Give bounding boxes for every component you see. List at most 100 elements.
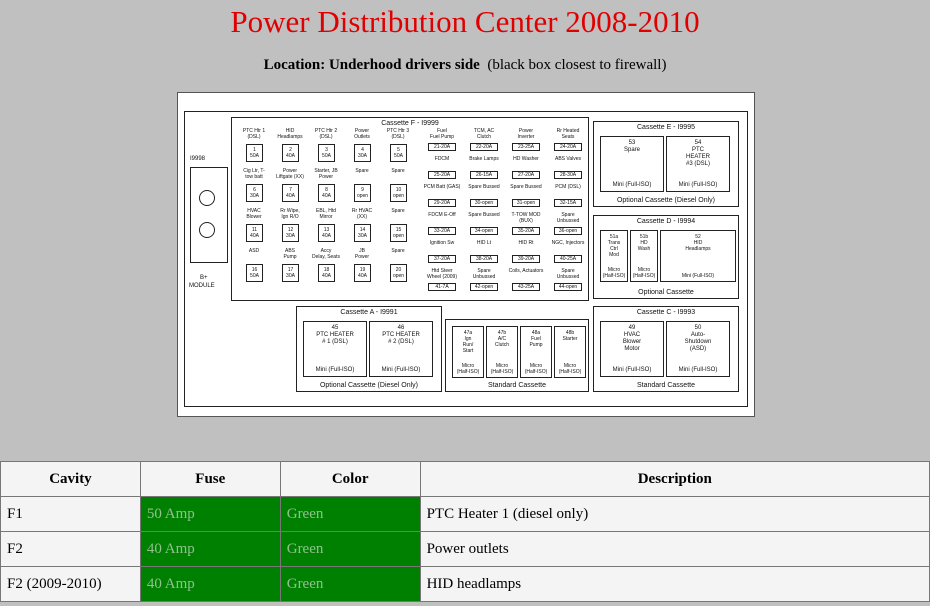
fuse-slot: 9 open <box>354 184 371 202</box>
relay-text: 47a Ign Run/ Start <box>462 330 474 354</box>
cell-fuse: 50 Amp <box>139 496 281 532</box>
relay-slot: 48b Starter Micro (Half-ISO) <box>554 326 586 378</box>
relay-type: Micro (Half-ISO) <box>456 363 480 375</box>
fuse-label: Rr Wipe, Ign R/O <box>280 208 300 220</box>
table-row: F2 (2009-2010) 40 Amp Green HID headlamp… <box>0 566 930 602</box>
table-header-row: Cavity Fuse Color Description <box>0 461 930 497</box>
fuse-label: Spare Unbussed <box>556 268 580 280</box>
fuse-label: Fuel Fuel Pump <box>429 128 455 140</box>
fuse-label: HID Headlamps <box>277 128 303 140</box>
relay-type: Mini (Full-ISO) <box>678 182 718 188</box>
fuse-slot: 19 40A <box>354 264 371 282</box>
fuse-label: PTC Htr 2 (DSL) <box>314 128 338 140</box>
module-id-label: I9998 <box>190 156 206 162</box>
fuse-label: HVAC Blower <box>246 208 262 220</box>
fuse-label: Accy Delay, Seats <box>312 248 340 260</box>
fuse-slot: 18 40A <box>318 264 335 282</box>
relay-text: 49 HVAC Blower Motor <box>622 325 642 352</box>
cassette-e: Cassette E - I9995 Optional Cassette (Di… <box>593 121 739 207</box>
relay-text: 48b Starter <box>562 330 578 342</box>
relay-type: Mini (Full-ISO) <box>681 273 715 279</box>
cassette-c: Cassette C - I9993 Standard Cassette 49 … <box>593 306 739 392</box>
relay-type: Micro (Half-ISO) <box>558 363 582 375</box>
fuse-slot: 26-15A <box>470 171 498 179</box>
fuse-label: TCM, AC Clutch <box>473 128 495 140</box>
relay-slot: 50 Auto- Shutdown (ASD) Mini (Full-ISO) <box>666 321 730 377</box>
bplus-module-block <box>190 167 228 263</box>
cassette-standard: Standard Cassette 47a Ign Run/ Start Micr… <box>445 319 589 392</box>
fuse-slot: 37-20A <box>428 255 456 263</box>
fuse-label: Ignition Sw <box>429 240 455 246</box>
relay-type: Micro (Half-ISO) <box>602 267 626 279</box>
relay-slot: 52 HID Headlamps Mini (Full-ISO) <box>660 230 736 282</box>
relay-text: 47b A/C Clutch <box>494 330 510 348</box>
fuse-label: ABS Valves <box>554 156 582 162</box>
relay-text: 45 PTC HEATER # 1 (DSL) <box>316 325 354 345</box>
fuse-slot: 38-20A <box>470 255 498 263</box>
relay-text: 46 PTC HEATER # 2 (DSL) <box>382 325 420 345</box>
fuse-label: Spare <box>391 248 405 254</box>
fuse-label: Power Liftgate (XX) <box>276 168 304 180</box>
cell-color: Green <box>279 566 421 602</box>
table-row: F2 40 Amp Green Power outlets <box>0 531 930 567</box>
fuse-slot: 13 40A <box>318 224 335 242</box>
fuse-slot: 17 30A <box>282 264 299 282</box>
module-terminal-bottom <box>199 222 215 238</box>
fuse-slot: 35-20A <box>512 227 540 235</box>
fuse-label: HD Washer <box>513 156 539 162</box>
cassette-a-footer: Optional Cassette (Diesel Only) <box>319 382 419 389</box>
fuse-slot: 16 50A <box>246 264 263 282</box>
cassette-f-title: Cassette F - I9999 <box>381 120 439 127</box>
fuse-box-diagram: I9998 B+ MODULE Cassette F - I9999 PTC H… <box>177 92 755 417</box>
fuse-slot: 14 30A <box>354 224 371 242</box>
cell-cavity: F2 (2009-2010) <box>0 566 141 602</box>
relay-slot: 49 HVAC Blower Motor Mini (Full-ISO) <box>600 321 664 377</box>
relay-slot: 47a Ign Run/ Start Micro (Half-ISO) <box>452 326 484 378</box>
cassette-f: Cassette F - I9999 PTC Htr 1 (DSL) 1 50A C… <box>231 117 589 301</box>
fuse-label: Spare Unbussed <box>472 268 496 280</box>
relay-text: 51a Trans Ctrl Mod <box>607 234 621 258</box>
cassette-c-title: Cassette C - I9993 <box>636 309 696 316</box>
page-title: Power Distribution Center 2008-2010 <box>230 4 700 39</box>
relay-slot: 54 PTC HEATER #3 (DSL) Mini (Full-ISO) <box>666 136 730 192</box>
fuse-slot: 4 30A <box>354 144 371 162</box>
cell-fuse: 40 Amp <box>139 531 281 567</box>
fuse-label: Spare <box>391 168 405 174</box>
relay-type: Mini (Full-ISO) <box>612 367 652 373</box>
fuse-label: Starter, JB Power <box>314 168 338 180</box>
relay-slot: 48a Fuel Pump Micro (Half-ISO) <box>520 326 552 378</box>
fuse-label: HID Lt <box>476 240 492 246</box>
location-label: Location: Underhood drivers side <box>263 57 480 73</box>
fuse-label: FDCM E-Off <box>428 212 456 218</box>
cassette-a-title: Cassette A - I9991 <box>340 309 398 316</box>
relay-slot: 53 Spare Mini (Full-ISO) <box>600 136 664 192</box>
fuse-label: Htd Steer Wheel (2009) <box>426 268 457 280</box>
relay-text: 54 PTC HEATER #3 (DSL) <box>685 140 710 167</box>
cassette-d: Cassette D - I9994 Optional Cassette 51a… <box>593 215 739 299</box>
fuse-slot: 30-open <box>470 199 498 207</box>
module-name-line1: B+ <box>200 275 208 281</box>
relay-type: Mini (Full-ISO) <box>315 367 355 373</box>
fuse-label: Spare Bussed <box>468 184 500 190</box>
fuse-slot: 44-open <box>554 283 582 291</box>
cassette-e-title: Cassette E - I9995 <box>637 124 695 131</box>
cell-description: Power outlets <box>419 531 930 567</box>
cell-description: HID headlamps <box>419 566 930 602</box>
relay-slot: 47b A/C Clutch Micro (Half-ISO) <box>486 326 518 378</box>
fuse-label: Rr HVAC (XX) <box>351 208 373 220</box>
cassette-c-footer: Standard Cassette <box>637 382 695 389</box>
fuse-slot: 20 open <box>390 264 407 282</box>
cassette-d-title: Cassette D - I9994 <box>636 218 696 225</box>
fuse-label: Cig Ltr, T- tow batt <box>243 168 265 180</box>
location-line: Location: Underhood drivers side (black … <box>0 57 930 74</box>
cassette-e-footer: Optional Cassette (Diesel Only) <box>616 197 716 204</box>
header-fuse: Fuse <box>139 461 281 497</box>
fuse-slot: 31-open <box>512 199 540 207</box>
fuse-label: Spare Bussed <box>510 184 542 190</box>
fuse-label: Spare <box>391 208 405 214</box>
fuse-label: T-TOW MOD (BUX) <box>511 212 541 224</box>
cell-color: Green <box>279 531 421 567</box>
fuse-slot: 29-20A <box>428 199 456 207</box>
fuse-slot: 10 open <box>390 184 407 202</box>
cell-color: Green <box>279 496 421 532</box>
